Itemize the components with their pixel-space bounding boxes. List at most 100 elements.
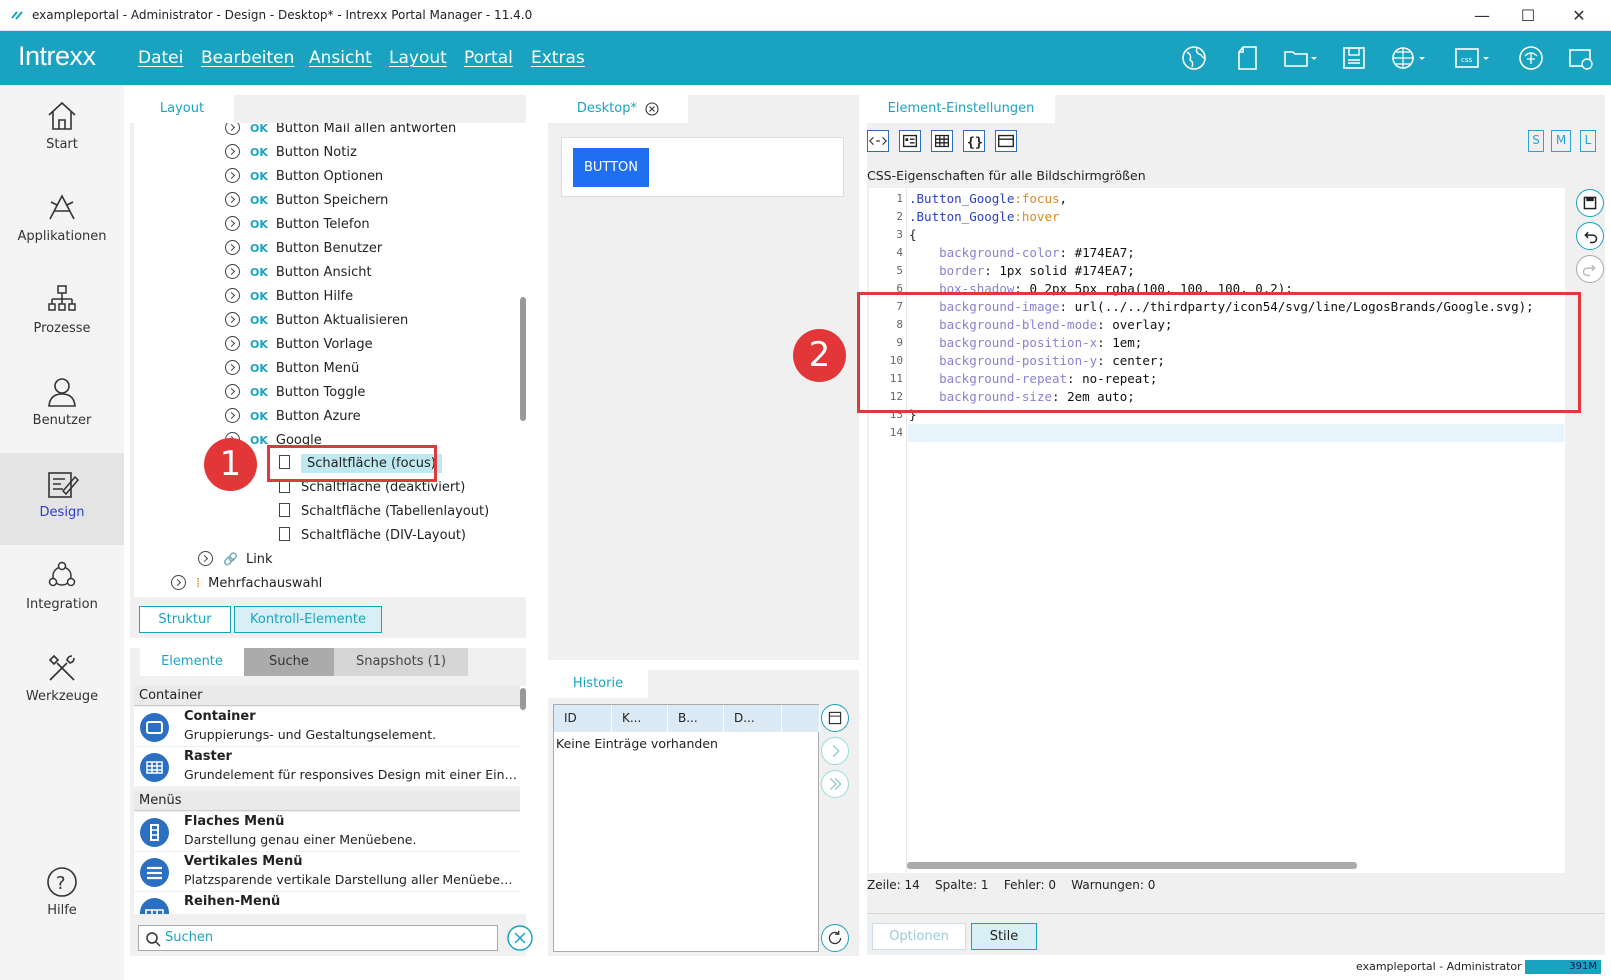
expand-icon[interactable] [225, 123, 240, 135]
css-braces-icon[interactable]: {} [963, 130, 985, 152]
tree-item-child[interactable]: Schaltfläche (DIV-Layout) [279, 524, 466, 547]
tree-item[interactable]: OK Button Benutzer [225, 237, 382, 260]
maximize-button[interactable]: ☐ [1505, 4, 1551, 28]
tree-item[interactable]: OK Button Aktualisieren [225, 309, 408, 332]
list-view-icon[interactable] [899, 130, 921, 152]
last-icon[interactable] [821, 770, 849, 798]
expand-icon[interactable] [225, 360, 240, 375]
menu-bearbeiten[interactable]: Bearbeiten [201, 48, 294, 68]
size-l-button[interactable]: L [1580, 130, 1596, 152]
tab-elemente[interactable]: Elemente [140, 648, 244, 676]
tab-desktop[interactable]: Desktop* [548, 95, 688, 123]
expand-icon[interactable] [171, 575, 186, 590]
css-code-editor[interactable]: 1 2 3 4 5 6 7 8 9 10 11 12 13 14 .Button_Google:focus… [869, 188, 1565, 873]
expand-icon[interactable] [225, 288, 240, 303]
refresh-icon[interactable] [821, 924, 849, 952]
preview-window-icon[interactable] [995, 130, 1017, 152]
code-hscrollbar[interactable] [907, 862, 1357, 869]
expand-icon[interactable] [225, 216, 240, 231]
next-icon[interactable] [821, 737, 849, 765]
tree-item[interactable]: OK Button Mail allen antworten [225, 123, 456, 140]
size-s-button[interactable]: S [1528, 130, 1544, 152]
search-field[interactable]: Suchen [138, 925, 498, 951]
menu-portal[interactable]: Portal [464, 48, 513, 68]
tree-scrollbar[interactable] [520, 297, 526, 421]
col-d[interactable]: D... [724, 705, 782, 732]
element-flaches-menue[interactable]: Flaches Menü Darstellung genau einer Men… [134, 812, 526, 851]
expand-icon[interactable] [225, 384, 240, 399]
portal-settings-icon[interactable] [1567, 44, 1595, 72]
nav-hilfe[interactable]: ? Hilfe [0, 851, 124, 943]
close-window-button[interactable]: ✕ [1556, 4, 1602, 28]
tab-suche[interactable]: Suche [244, 648, 334, 676]
size-m-button[interactable]: M [1551, 130, 1571, 152]
nav-start[interactable]: Start [0, 85, 124, 177]
clear-search-icon[interactable] [506, 924, 534, 952]
preview-button[interactable]: BUTTON [573, 148, 649, 187]
nav-design[interactable]: Design [0, 453, 124, 545]
nav-prozesse[interactable]: Prozesse [0, 269, 124, 361]
expand-icon[interactable] [225, 408, 240, 423]
element-raster[interactable]: Raster Grundelement für responsives Desi… [134, 747, 526, 786]
tree-item[interactable]: OK Button Ansicht [225, 261, 372, 284]
expand-icon[interactable] [225, 168, 240, 183]
save-icon[interactable] [1340, 44, 1368, 72]
menu-datei[interactable]: Datei [138, 48, 183, 68]
optionen-button[interactable]: Optionen [872, 923, 966, 950]
tree-item[interactable]: OK Button Vorlage [225, 333, 373, 356]
struktur-button[interactable]: Struktur [139, 606, 231, 633]
kontroll-elemente-button[interactable]: Kontroll-Elemente [234, 606, 382, 633]
tab-historie[interactable]: Historie [548, 670, 648, 698]
expand-icon[interactable] [198, 551, 213, 566]
calendar-history-icon[interactable] [821, 704, 849, 732]
tree-item[interactable]: OK Button Notiz [225, 141, 357, 164]
tab-element-einstellungen[interactable]: Element-Einstellungen [867, 95, 1055, 123]
tab-layout[interactable]: Layout [130, 95, 234, 123]
new-file-icon[interactable] [1235, 44, 1263, 72]
minimize-button[interactable]: — [1459, 4, 1505, 28]
expand-icon[interactable] [225, 192, 240, 207]
menu-layout[interactable]: Layout [389, 48, 447, 68]
tree-item-link[interactable]: 🔗 Link [198, 548, 273, 571]
tab-snapshots[interactable]: Snapshots (1) [334, 648, 468, 676]
close-tab-icon[interactable] [645, 101, 659, 116]
css-file-icon[interactable]: css [1454, 44, 1492, 72]
save-css-icon[interactable] [1576, 189, 1604, 217]
portal-globe-icon[interactable] [1180, 44, 1208, 72]
expand-icon[interactable] [225, 144, 240, 159]
menu-ansicht[interactable]: Ansicht [309, 48, 372, 68]
grid-view-icon[interactable] [931, 130, 953, 152]
elements-scrollbar[interactable] [520, 688, 526, 710]
element-container[interactable]: Container Gruppierungs- und Gestaltungse… [134, 707, 526, 746]
menu-extras[interactable]: Extras [531, 48, 585, 68]
tree-item[interactable]: OK Button Speichern [225, 189, 388, 212]
redo-icon[interactable] [1576, 255, 1604, 283]
tree-item-multi[interactable]: ⁞ Mehrfachauswahl [171, 572, 322, 595]
nav-werkzeuge[interactable]: Werkzeuge [0, 637, 124, 729]
tree-item[interactable]: OK Button Optionen [225, 165, 383, 188]
element-vertikales-menue[interactable]: Vertikales Menü Platzsparende vertikale … [134, 852, 526, 891]
nav-benutzer[interactable]: Benutzer [0, 361, 124, 453]
tree-item[interactable]: OK Button Hilfe [225, 285, 353, 308]
col-b[interactable]: B... [668, 705, 724, 732]
deploy-icon[interactable] [1517, 44, 1545, 72]
nav-applikationen[interactable]: Applikationen [0, 177, 124, 269]
open-folder-icon[interactable] [1282, 44, 1318, 72]
expand-icon[interactable] [225, 240, 240, 255]
col-k[interactable]: K... [612, 705, 668, 732]
expand-icon[interactable] [225, 336, 240, 351]
tree-item[interactable]: OK Button Telefon [225, 213, 370, 236]
col-id[interactable]: ID [554, 705, 612, 732]
expand-icon[interactable] [225, 264, 240, 279]
tree-item[interactable]: OK Button Menü [225, 357, 359, 380]
code-toggle-icon[interactable] [867, 130, 889, 152]
undo-icon[interactable] [1576, 222, 1604, 250]
tree-item-child[interactable]: Schaltfläche (Tabellenlayout) [279, 500, 489, 523]
tree-item[interactable]: OK Button Azure [225, 405, 361, 428]
tree-item[interactable]: OK Button Toggle [225, 381, 365, 404]
expand-icon[interactable] [225, 312, 240, 327]
stile-button[interactable]: Stile [971, 923, 1037, 950]
element-reihen-menue[interactable]: Reihen-Menü [134, 892, 526, 914]
nav-integration[interactable]: Integration [0, 545, 124, 637]
language-globe-icon[interactable] [1390, 44, 1428, 72]
